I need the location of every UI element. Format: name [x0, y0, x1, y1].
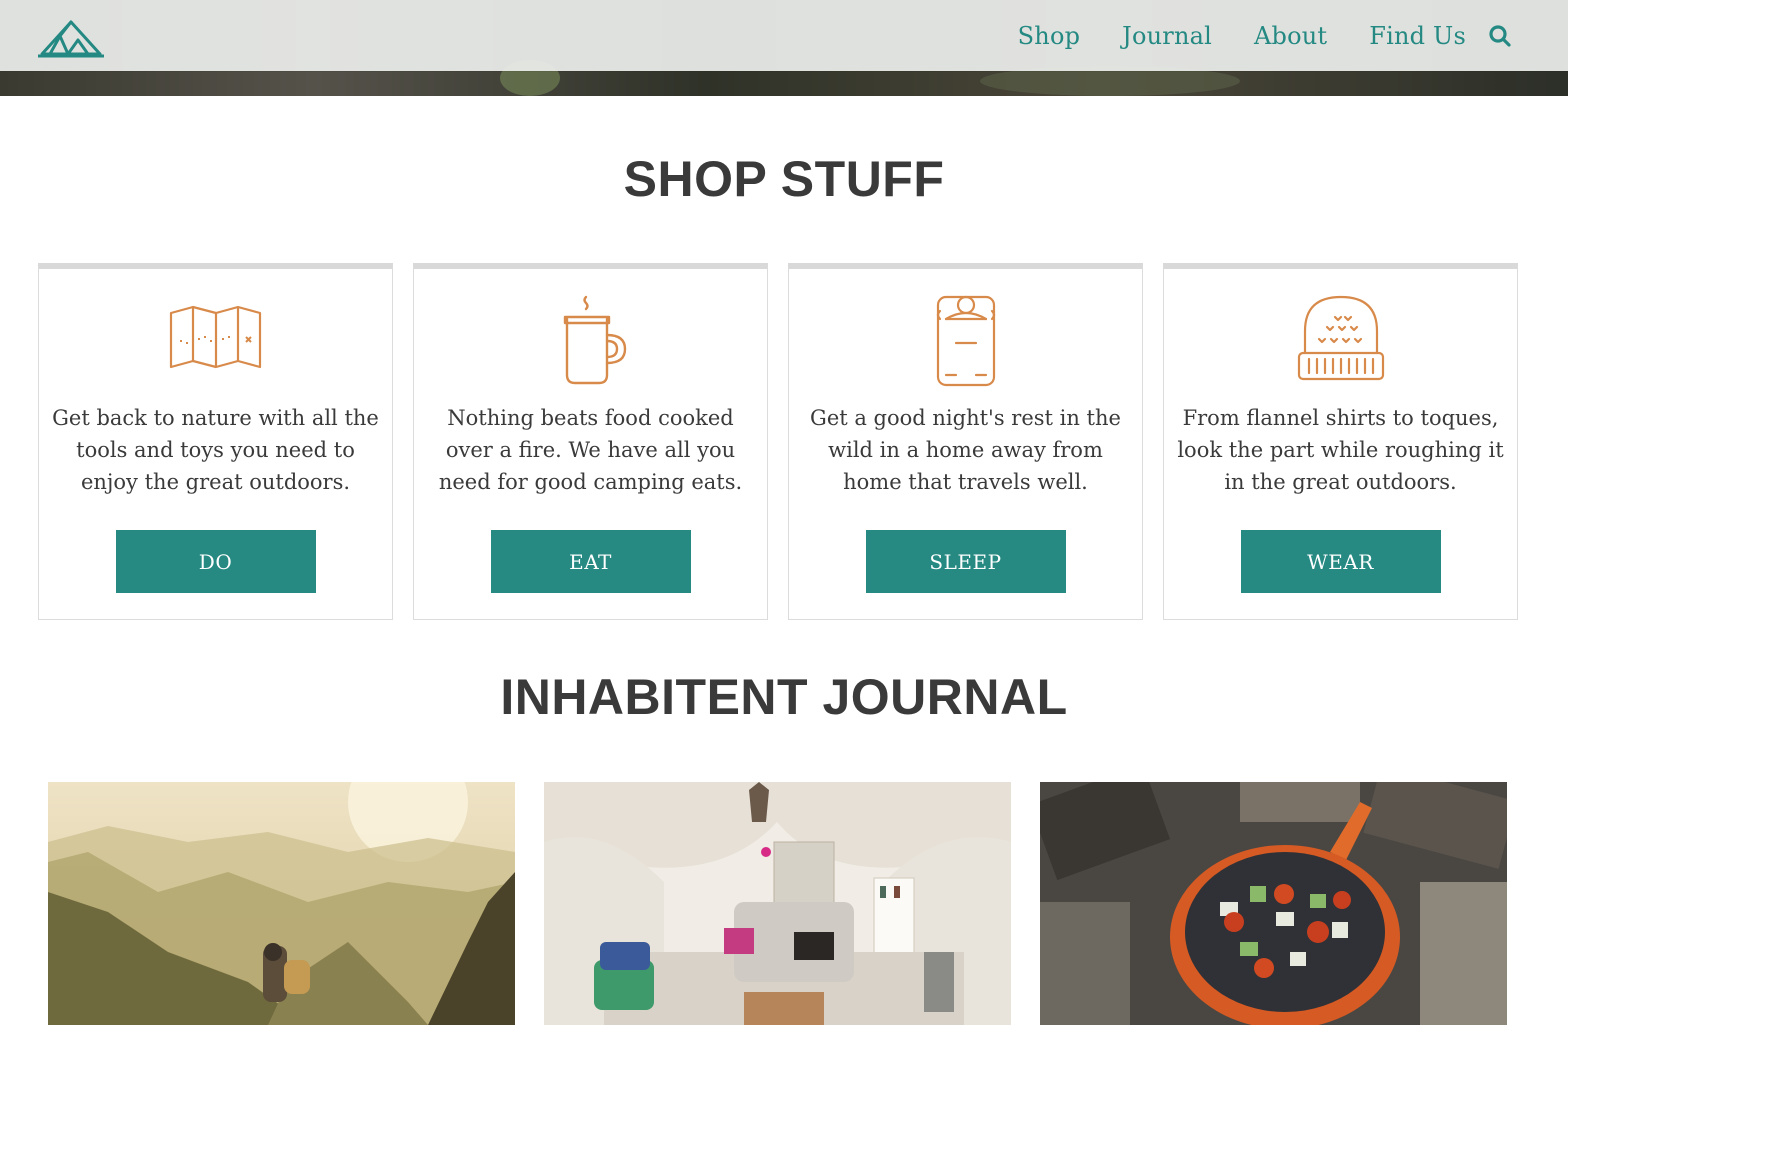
campfire-skillet-photo[interactable] [1040, 782, 1507, 1025]
wear-button[interactable]: WEAR [1240, 530, 1441, 593]
main-nav: Shop Journal About Find Us [976, 0, 1512, 71]
card-description: Get a good night's rest in the wild in a… [810, 406, 1121, 494]
mug-icon [563, 295, 626, 385]
shop-cards: Get back to nature with all the tools an… [38, 263, 1518, 620]
card-description: Get back to nature with all the tools an… [52, 406, 379, 494]
glamping-tent-interior-photo[interactable] [544, 782, 1011, 1025]
shop-card-sleep: Get a good night's rest in the wild in a… [788, 263, 1143, 620]
journal-photos [48, 782, 1508, 1025]
sleep-button[interactable]: SLEEP [865, 530, 1066, 593]
nav-shop[interactable]: Shop [1018, 22, 1081, 50]
card-description: From flannel shirts to toques, look the … [1177, 406, 1504, 494]
do-button[interactable]: DO [115, 530, 316, 593]
search-icon[interactable] [1488, 24, 1512, 48]
shop-card-eat: Nothing beats food cooked over a fire. W… [413, 263, 768, 620]
journal-section-title: INHABITENT JOURNAL [500, 669, 1068, 725]
nav-find-us[interactable]: Find Us [1369, 22, 1466, 50]
tent-logo-icon[interactable] [38, 16, 104, 58]
shop-section-title: SHOP STUFF [623, 151, 945, 207]
map-icon [169, 305, 261, 369]
shop-card-do: Get back to nature with all the tools an… [38, 263, 393, 620]
nav-about[interactable]: About [1254, 22, 1327, 50]
shop-card-wear: From flannel shirts to toques, look the … [1163, 263, 1518, 620]
site-header: Shop Journal About Find Us [0, 0, 1568, 71]
mountain-hiker-photo[interactable] [48, 782, 515, 1025]
card-description: Nothing beats food cooked over a fire. W… [438, 406, 743, 494]
toque-icon [1297, 295, 1384, 381]
sleeping-bag-icon [936, 295, 995, 387]
eat-button[interactable]: EAT [490, 530, 691, 593]
nav-journal[interactable]: Journal [1122, 22, 1212, 50]
